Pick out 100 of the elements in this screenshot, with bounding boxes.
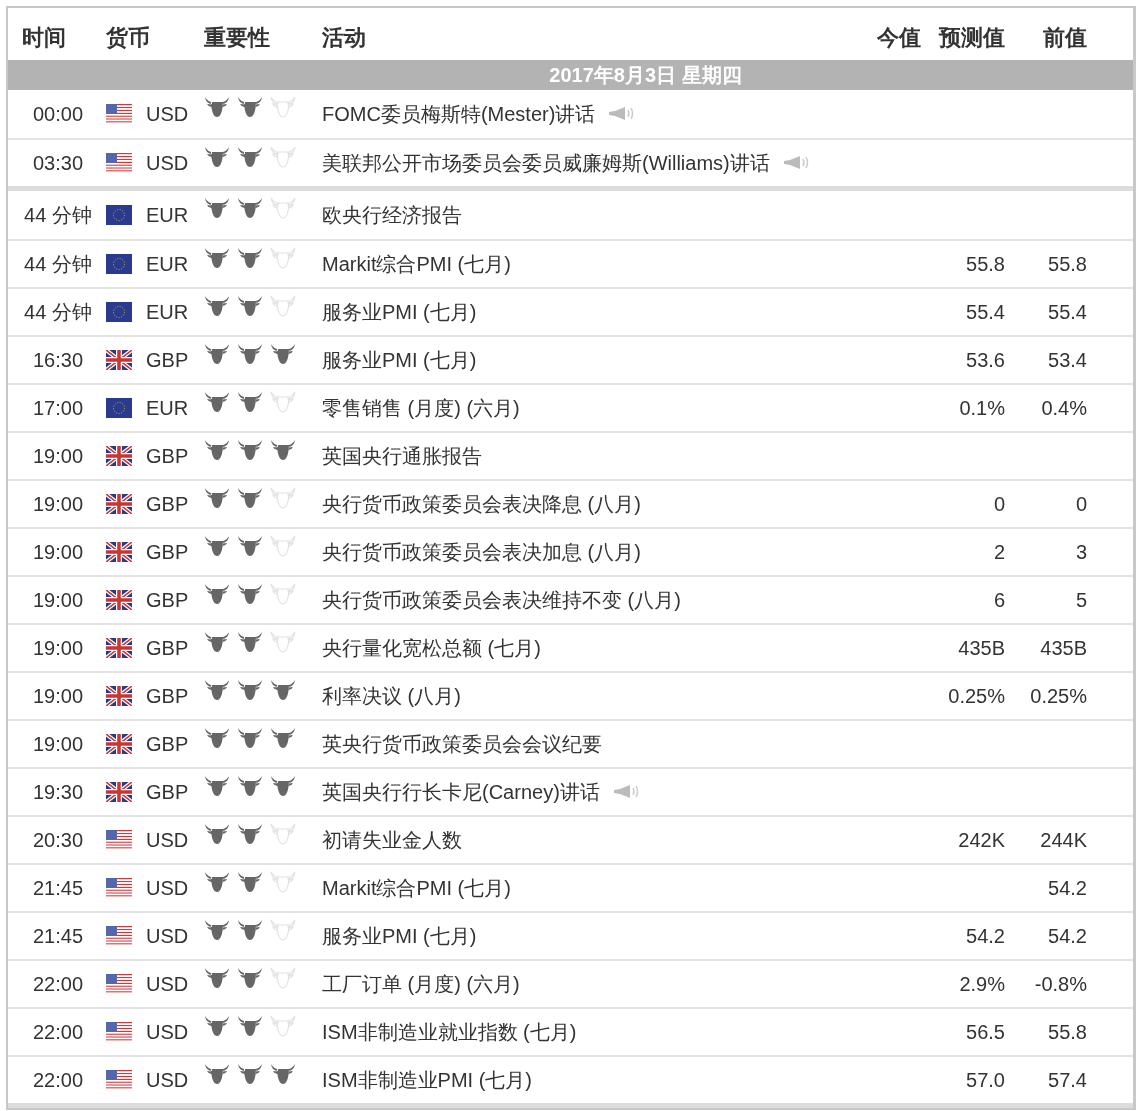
event-row[interactable]: 00:00 USD FOMC委员梅斯特(Mester)讲话 — [8, 90, 1133, 138]
forecast-cell-text: 2 — [992, 540, 1005, 565]
previous-cell-text: 53.4 — [1047, 348, 1087, 373]
us-flag-icon — [106, 830, 132, 850]
bull-icon — [237, 343, 263, 365]
bull-icon — [270, 631, 296, 653]
time-cell-text: 19:00 — [31, 492, 85, 517]
bull-icon — [237, 727, 263, 749]
bull-icon — [204, 343, 230, 365]
bull-icon — [204, 146, 230, 168]
event-row[interactable]: 22:00 USD 工厂订单 (月度) (六月) 2.9% -0.8% — [8, 959, 1133, 1007]
currency-cell-text: GBP — [146, 588, 190, 613]
time-cell-text: 44 分钟 — [23, 252, 93, 277]
currency-cell-text: GBP — [146, 732, 190, 757]
currency-cell-text: USD — [146, 876, 190, 901]
uk-flag-icon — [106, 350, 132, 370]
previous-cell-text: 55.4 — [1047, 300, 1087, 325]
previous-cell-text: 0.25% — [1029, 684, 1087, 709]
currency-cell-text: USD — [146, 972, 190, 997]
bull-icon — [204, 583, 230, 605]
us-flag-icon — [106, 153, 132, 173]
event-row[interactable]: 21:45 USD Markit综合PMI (七月) 54.2 — [8, 863, 1133, 911]
event-row[interactable]: 19:00 GBP 英央行货币政策委员会会议纪要 — [8, 719, 1133, 767]
bull-icon — [204, 247, 230, 269]
currency-cell-text: USD — [146, 1020, 190, 1045]
us-flag-icon — [106, 104, 132, 124]
eu-flag-icon — [106, 205, 132, 225]
bull-icon — [204, 823, 230, 845]
time-cell-text: 00:00 — [31, 102, 85, 127]
forecast-cell-text: 55.8 — [965, 252, 1005, 277]
bull-icon — [270, 439, 296, 461]
time-cell-text: 16:30 — [31, 348, 85, 373]
bull-icon — [237, 391, 263, 413]
event-row[interactable]: 44 分钟 EUR Markit综合PMI (七月) 55.8 55.8 — [8, 239, 1133, 287]
event-row[interactable]: 19:00 GBP 央行货币政策委员会表决维持不变 (八月) 6 5 — [8, 575, 1133, 623]
bull-icon — [270, 295, 296, 317]
event-name: 服务业PMI (七月) — [322, 348, 477, 373]
event-row[interactable]: 19:00 GBP 央行货币政策委员会表决降息 (八月) 0 0 — [8, 479, 1133, 527]
event-row[interactable]: 20:30 USD 初请失业金人数 242K 244K — [8, 815, 1133, 863]
bull-icon — [270, 343, 296, 365]
event-name: 央行量化宽松总额 (七月) — [322, 636, 541, 661]
bull-icon — [204, 295, 230, 317]
bull-icon — [237, 295, 263, 317]
column-header: 货币 — [106, 24, 151, 52]
currency-cell-text: GBP — [146, 684, 190, 709]
bull-icon — [270, 197, 296, 219]
event-name: Markit综合PMI (七月) — [322, 876, 511, 901]
event-row[interactable]: 16:30 GBP 服务业PMI (七月) 53.6 53.4 — [8, 335, 1133, 383]
bull-icon — [204, 727, 230, 749]
time-cell-text: 19:00 — [31, 684, 85, 709]
event-row[interactable]: 03:30 USD 美联邦公开市场委员会委员威廉姆斯(Williams)讲话 — [8, 138, 1133, 186]
time-cell-text: 22:00 — [31, 972, 85, 997]
uk-flag-icon — [106, 494, 132, 514]
event-name: 欧央行经济报告 — [322, 203, 462, 228]
event-row[interactable]: 19:30 GBP 英国央行行长卡尼(Carney)讲话 — [8, 767, 1133, 815]
event-row[interactable]: 19:00 GBP 央行量化宽松总额 (七月) 435B 435B — [8, 623, 1133, 671]
previous-cell-text: 435B — [1039, 636, 1087, 661]
event-row[interactable]: 19:00 GBP 利率决议 (八月) 0.25% 0.25% — [8, 671, 1133, 719]
previous-cell-text: 5 — [1074, 588, 1087, 613]
currency-cell-text: GBP — [146, 492, 190, 517]
event-row[interactable]: 19:00 GBP 央行货币政策委员会表决加息 (八月) 2 3 — [8, 527, 1133, 575]
bull-icon — [204, 631, 230, 653]
forecast-cell-text: 55.4 — [965, 300, 1005, 325]
event-name: Markit综合PMI (七月) — [322, 252, 511, 277]
forecast-cell-text: 56.5 — [965, 1020, 1005, 1045]
event-row[interactable]: 21:45 USD 服务业PMI (七月) 54.2 54.2 — [8, 911, 1133, 959]
bull-icon — [237, 1063, 263, 1085]
bull-icon — [204, 1063, 230, 1085]
event-row[interactable]: 44 分钟 EUR 欧央行经济报告 — [8, 191, 1133, 239]
bull-icon — [270, 727, 296, 749]
bull-icon — [270, 871, 296, 893]
bull-icon — [270, 967, 296, 989]
time-cell-text: 19:00 — [31, 540, 85, 565]
bull-icon — [204, 439, 230, 461]
forecast-cell-text: 435B — [957, 636, 1005, 661]
bull-icon — [237, 775, 263, 797]
bull-icon — [204, 967, 230, 989]
time-cell-text: 03:30 — [31, 151, 85, 176]
event-row[interactable]: 22:00 USD ISM非制造业PMI (七月) 57.0 57.4 — [8, 1055, 1133, 1103]
event-name: 央行货币政策委员会表决加息 (八月) — [322, 540, 641, 565]
event-name: 央行货币政策委员会表决维持不变 (八月) — [322, 588, 681, 613]
currency-cell-text: EUR — [146, 396, 190, 421]
time-cell-text: 22:00 — [31, 1068, 85, 1093]
event-row[interactable]: 22:00 USD ISM非制造业就业指数 (七月) 56.5 55.8 — [8, 1007, 1133, 1055]
currency-cell-text: USD — [146, 151, 190, 176]
event-row[interactable]: 17:00 EUR 零售销售 (月度) (六月) 0.1% 0.4% — [8, 383, 1133, 431]
time-cell-text: 19:00 — [31, 732, 85, 757]
currency-cell-text: EUR — [146, 203, 190, 228]
event-row[interactable]: 44 分钟 EUR 服务业PMI (七月) 55.4 55.4 — [8, 287, 1133, 335]
event-name: 零售销售 (月度) (六月) — [322, 396, 520, 421]
bull-icon — [204, 1015, 230, 1037]
bull-icon — [270, 391, 296, 413]
time-cell-text: 44 分钟 — [23, 203, 93, 228]
forecast-cell-text: 0.25% — [947, 684, 1005, 709]
bull-icon — [237, 871, 263, 893]
event-row[interactable]: 19:00 GBP 英国央行通胀报告 — [8, 431, 1133, 479]
time-cell-text: 20:30 — [31, 828, 85, 853]
previous-cell-text: 244K — [1039, 828, 1087, 853]
bull-icon — [237, 967, 263, 989]
currency-cell-text: GBP — [146, 444, 190, 469]
